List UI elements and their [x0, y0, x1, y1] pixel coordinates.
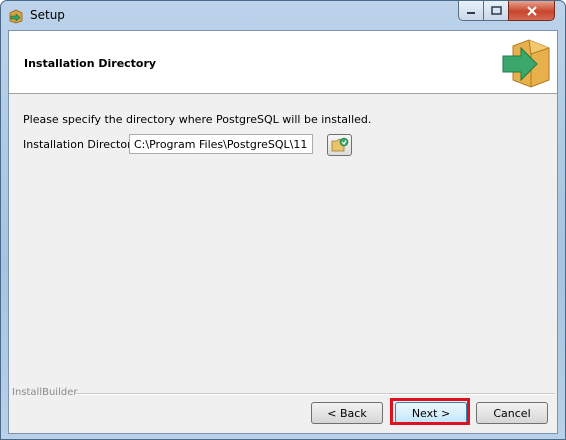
wizard-client-area: Installation Directory Please specify th… [8, 30, 558, 434]
close-icon [526, 5, 537, 16]
wizard-header: Installation Directory [9, 31, 557, 94]
footer-divider [75, 393, 555, 395]
cancel-button[interactable]: Cancel [476, 402, 548, 424]
next-button[interactable]: Next > [395, 402, 467, 424]
installation-directory-input[interactable] [129, 134, 313, 154]
folder-browse-icon [331, 137, 348, 152]
window-title: Setup [30, 8, 65, 22]
browse-button[interactable] [327, 134, 352, 156]
close-button[interactable] [508, 1, 555, 21]
setup-app-icon [9, 9, 23, 24]
setup-window: Setup Installation Directory Please spec… [0, 0, 566, 440]
instruction-text: Please specify the directory where Postg… [23, 113, 372, 126]
maximize-button[interactable] [483, 1, 509, 21]
minimize-button[interactable] [458, 1, 484, 21]
maximize-icon [490, 6, 502, 15]
box-arrow-icon [502, 39, 550, 88]
title-bar[interactable]: Setup [1, 1, 565, 31]
minimize-icon [467, 11, 475, 14]
page-title: Installation Directory [24, 57, 157, 70]
directory-label: Installation Directory [23, 138, 139, 151]
installbuilder-brand: InstallBuilder [12, 387, 78, 398]
back-button[interactable]: < Back [311, 402, 383, 424]
